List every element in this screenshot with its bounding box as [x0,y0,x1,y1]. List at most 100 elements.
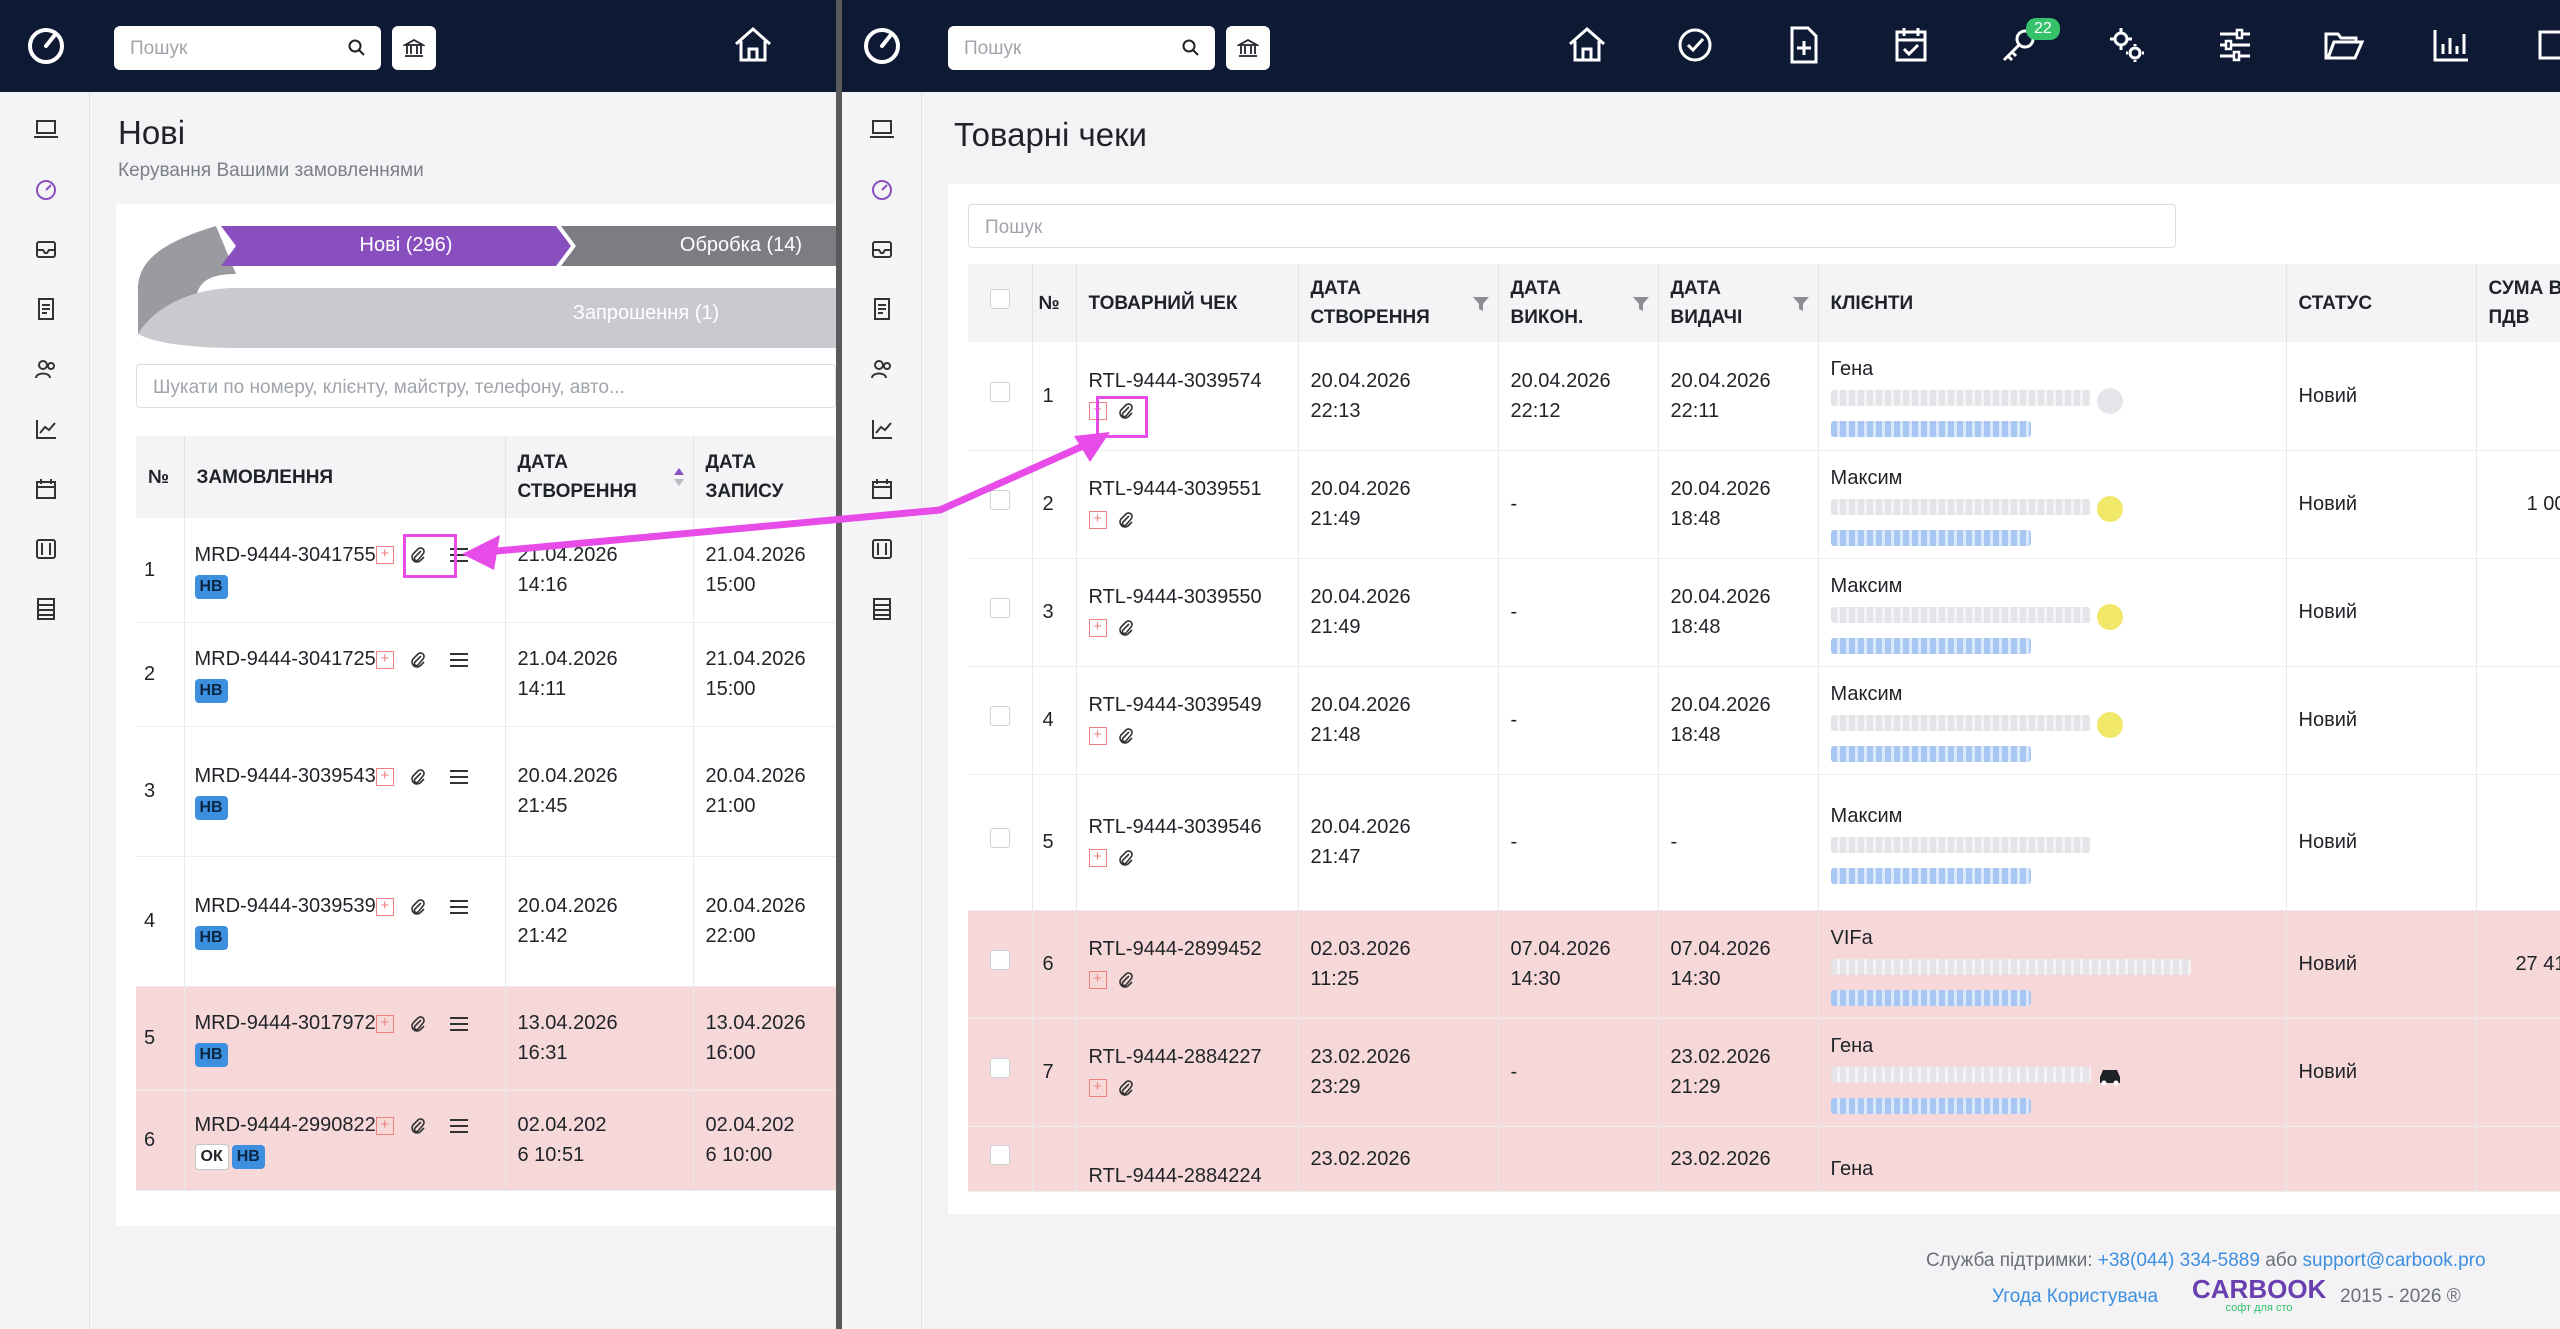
table-row[interactable]: 6 MRD-9444-2990822 + ОК НВ 02.04.202 6 10:51 0… [136,1090,836,1191]
table-row[interactable]: 5 MRD-9444-3017972 + НВ 13.04.2026 16:31 13.0… [136,986,836,1091]
add-icon[interactable]: + [375,767,394,786]
support-email-link[interactable]: support@carbook.pro [2303,1250,2486,1271]
tab-invitation[interactable]: Запрошення (1) [546,302,746,325]
select-all-checkbox[interactable] [989,288,1010,309]
settings-button[interactable] [2104,22,2156,74]
paperclip-icon[interactable] [1118,727,1134,745]
add-icon[interactable]: + [375,1116,394,1135]
column-header-done[interactable]: ДАТА ВИКОН. [1498,264,1659,342]
client-name[interactable]: Гена [1831,1158,1874,1180]
receipt-link[interactable]: RTL-9444-3039549 [1089,694,1262,716]
dashboard-icon[interactable] [31,174,61,204]
order-link[interactable]: MRD-9444-3039543 [195,765,376,787]
receipt-link[interactable]: RTL-9444-2884224 [1089,1165,1262,1187]
column-header-issued[interactable]: ДАТА ВИДАЧІ [1658,264,1819,342]
receipt-link[interactable]: RTL-9444-2884227 [1089,1046,1262,1068]
add-icon[interactable]: + [375,1014,394,1033]
table-row[interactable]: RTL-9444-2884224 23.02.2026 23.02.2026 Гена [968,1126,2560,1192]
paperclip-icon[interactable] [410,1015,426,1033]
table-row[interactable]: 1 MRD-9444-3041755 + НВ 21.04.2026 14:16 21.0… [136,518,836,623]
column-header-created[interactable]: ДАТА СТВОРЕННЯ [1298,264,1499,342]
chart-icon[interactable] [867,414,897,444]
add-icon[interactable]: + [1088,848,1107,867]
home-button[interactable] [1564,22,1616,74]
dashboard-icon[interactable] [867,174,897,204]
table-row[interactable]: 2 MRD-9444-3041725 + НВ 21.04.2026 14:11 21.0… [136,622,836,727]
tab-new[interactable]: Нові (296) [331,234,481,257]
row-checkbox[interactable] [989,490,1010,510]
paperclip-icon[interactable] [410,768,426,786]
paperclip-icon[interactable] [1118,971,1134,989]
search-field[interactable]: Пошук [948,26,1215,70]
settings-sliders-icon[interactable] [867,534,897,564]
home-button[interactable] [730,22,782,74]
table-row[interactable]: 7 RTL-9444-2884227 + 23.02.2026 23:29-23.02… [968,1018,2560,1127]
receipt-link[interactable]: RTL-9444-3039551 [1089,478,1262,500]
row-checkbox[interactable] [989,598,1010,618]
receipts-search-input[interactable]: Пошук [968,204,2176,248]
list-icon[interactable] [31,594,61,624]
users-icon[interactable] [867,354,897,384]
inbox-icon[interactable] [867,234,897,264]
tasks-button[interactable] [1672,22,1724,74]
table-row[interactable]: 5 RTL-9444-3039546 + 20.04.2026 21:47 - - Макс… [968,774,2560,911]
table-row[interactable]: 3 RTL-9444-3039550 + 20.04.2026 21:49-20.04… [968,558,2560,667]
paperclip-icon[interactable] [1118,511,1134,529]
menu-icon[interactable] [449,898,469,916]
calendar-icon[interactable] [867,474,897,504]
table-row[interactable]: 2 RTL-9444-3039551 + 20.04.2026 21:49-20.04… [968,450,2560,559]
filter-funnel-icon[interactable] [1632,296,1650,312]
row-checkbox[interactable] [989,1058,1010,1078]
client-name[interactable]: Гена [1831,1035,1874,1057]
user-agreement-link[interactable]: Угода Користувача [1992,1286,2158,1308]
bank-button[interactable] [1226,26,1270,70]
paperclip-icon[interactable] [1118,1079,1134,1097]
order-link[interactable]: MRD-9444-3041725 [195,648,376,670]
column-header-clients[interactable]: КЛІЄНТИ [1818,264,2287,342]
menu-icon[interactable] [449,1117,469,1135]
add-icon[interactable]: + [375,546,394,565]
client-name[interactable]: Гена [1831,358,1874,380]
row-checkbox[interactable] [989,1144,1010,1165]
row-checkbox[interactable] [989,706,1010,726]
sort-icon[interactable] [673,466,685,488]
paperclip-icon[interactable] [1118,619,1134,637]
receipt-icon[interactable] [867,294,897,324]
list-icon[interactable] [867,594,897,624]
inbox-icon[interactable] [31,234,61,264]
settings-sliders-icon[interactable] [31,534,61,564]
table-row[interactable]: 6 RTL-9444-2899452 + 02.03.2026 11:25 07.04.… [968,910,2560,1019]
order-link[interactable]: MRD-9444-3041755 [195,544,376,566]
logo-icon[interactable] [862,26,902,66]
receipt-link[interactable]: RTL-9444-3039546 [1089,816,1262,838]
add-icon[interactable]: + [1088,726,1107,745]
adjustments-button[interactable] [2212,22,2264,74]
order-link[interactable]: MRD-9444-3017972 [195,1012,376,1034]
calendar-icon[interactable] [31,474,61,504]
row-checkbox[interactable] [989,950,1010,970]
client-name[interactable]: Максим [1831,683,1903,705]
client-name[interactable]: Максим [1831,805,1903,827]
menu-icon[interactable] [449,768,469,786]
add-icon[interactable]: + [1088,618,1107,637]
new-document-button[interactable] [1780,22,1832,74]
paperclip-icon[interactable] [410,651,426,669]
column-header-order[interactable]: ЗАМОВЛЕННЯ [184,436,506,518]
tab-processing[interactable]: Обробка (14) [656,234,826,257]
reports-button[interactable] [2428,22,2480,74]
receipt-link[interactable]: RTL-9444-3039550 [1089,586,1262,608]
table-row[interactable]: 1 RTL-9444-3039574 + 20.04.2026 22:13 20.04.… [968,342,2560,451]
users-icon[interactable] [31,354,61,384]
laptop-icon[interactable] [31,114,61,144]
search-field[interactable]: Пошук [114,26,381,70]
order-link[interactable]: MRD-9444-3039539 [195,895,376,917]
client-name[interactable]: VIFa [1831,927,1873,949]
paperclip-icon[interactable] [1118,849,1134,867]
client-name[interactable]: Максим [1831,467,1903,489]
orders-search-input[interactable]: Шукати по номеру, клієнту, майстру, теле… [136,364,836,408]
column-header-record[interactable]: ДАТА ЗАПИСУ [693,436,836,518]
paperclip-icon[interactable] [410,898,426,916]
column-header-status[interactable]: СТАТУС [2286,264,2477,342]
bank-button[interactable] [392,26,436,70]
receipt-link[interactable]: RTL-9444-2899452 [1089,938,1262,960]
